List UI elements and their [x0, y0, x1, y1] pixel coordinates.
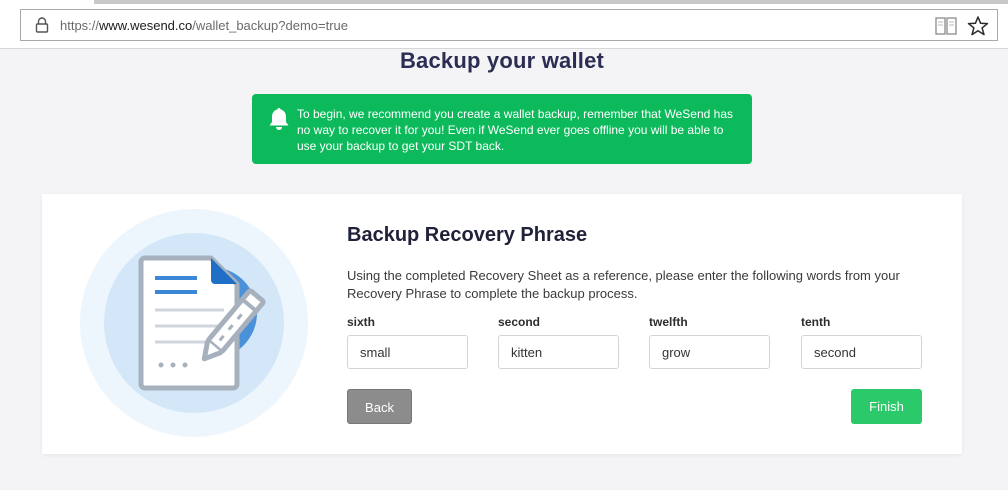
url-scheme: https://: [60, 18, 100, 33]
backup-card: Backup Recovery Phrase Using the complet…: [42, 194, 962, 454]
word-input[interactable]: [649, 335, 770, 369]
document-pencil-illustration: [80, 209, 308, 437]
word-field-3: twelfth: [649, 315, 770, 369]
bell-icon: [269, 108, 289, 130]
word-field-4: tenth: [801, 315, 922, 369]
word-label: second: [498, 315, 541, 329]
word-label: twelfth: [649, 315, 688, 329]
back-button[interactable]: Back: [347, 389, 412, 424]
lock-icon: [35, 17, 49, 33]
url-domain: www.wesend.co: [99, 18, 193, 33]
word-input[interactable]: [498, 335, 619, 369]
word-field-2: second: [498, 315, 619, 369]
url-path: /wallet_backup?demo=true: [192, 18, 348, 33]
browser-toolbar: https://www.wesend.co/wallet_backup?demo…: [0, 0, 1008, 49]
url-text[interactable]: https://www.wesend.co/wallet_backup?demo…: [60, 18, 348, 33]
notice-text: To begin, we recommend you create a wall…: [297, 107, 734, 153]
card-heading: Backup Recovery Phrase: [347, 224, 588, 246]
backup-notice: To begin, we recommend you create a wall…: [252, 94, 752, 164]
card-description: Using the completed Recovery Sheet as a …: [347, 268, 900, 301]
page-title: Backup your wallet: [399, 48, 605, 73]
reader-view-icon[interactable]: [935, 17, 957, 35]
word-input[interactable]: [801, 335, 922, 369]
word-field-1: sixth: [347, 315, 468, 369]
finish-button[interactable]: Finish: [851, 389, 922, 424]
star-icon[interactable]: [967, 15, 989, 37]
word-label: tenth: [801, 315, 831, 329]
address-bar[interactable]: https://www.wesend.co/wallet_backup?demo…: [20, 9, 998, 41]
tab-strip: [0, 0, 1008, 4]
word-input[interactable]: [347, 335, 468, 369]
word-label: sixth: [347, 315, 376, 329]
